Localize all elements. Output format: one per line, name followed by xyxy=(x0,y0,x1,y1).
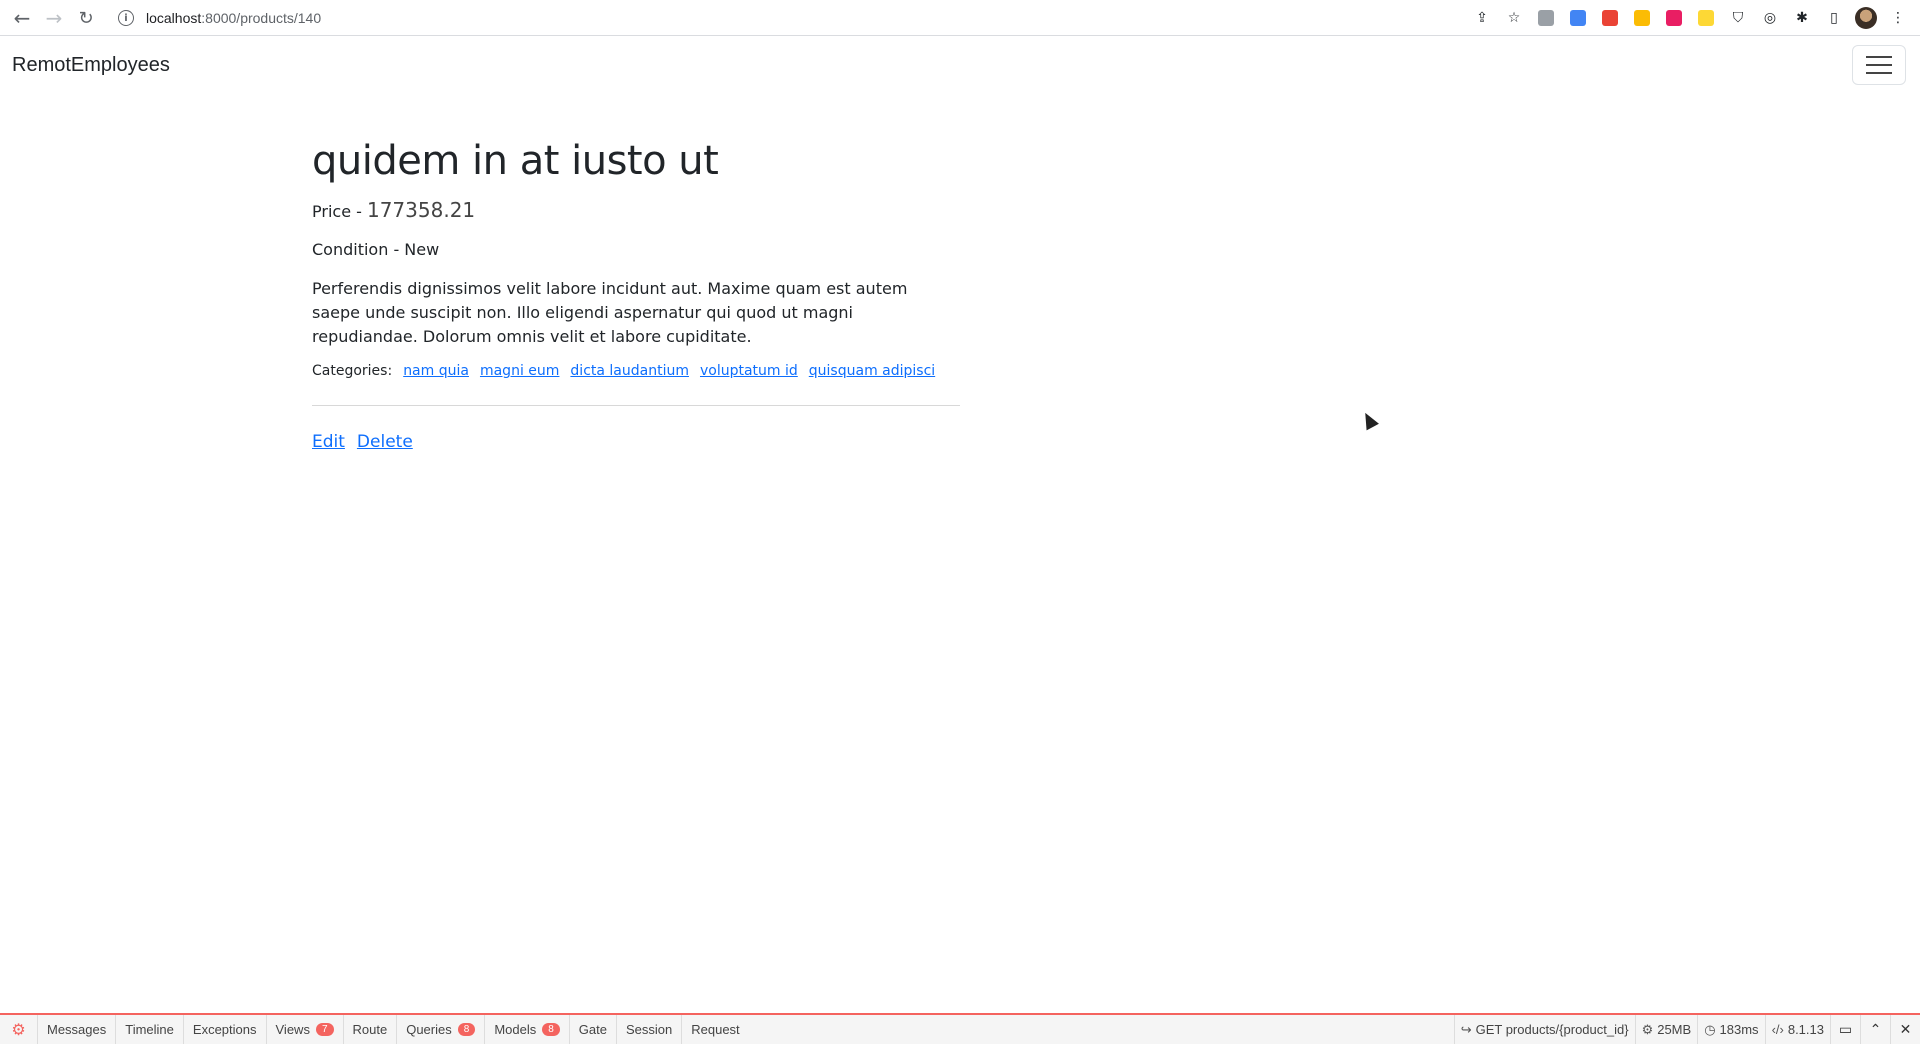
share-icon[interactable]: ⇪ xyxy=(1468,4,1496,32)
reload-button[interactable]: ↻ xyxy=(70,2,102,34)
category-link[interactable]: magni eum xyxy=(480,363,559,379)
debugbar-status: ↪ GET products/{product_id} ⚙ 25MB ◷ 183ms … xyxy=(1453,1015,1920,1044)
debugbar-tab-messages[interactable]: Messages xyxy=(38,1015,117,1044)
tab-label: Request xyxy=(691,1022,740,1037)
debugbar-tab-session[interactable]: Session xyxy=(617,1015,683,1044)
delete-link[interactable]: Delete xyxy=(357,432,413,452)
tab-label: Route xyxy=(352,1022,388,1037)
category-link[interactable]: dicta laudantium xyxy=(570,363,689,379)
hamburger-line xyxy=(1866,64,1892,66)
site-info-icon[interactable]: i xyxy=(118,10,134,26)
close-icon[interactable]: ✕ xyxy=(1890,1015,1920,1044)
brand-link[interactable]: RemotEmployees xyxy=(12,54,170,77)
debugbar: ⚙ Messages Timeline Exceptions Views 7 Ro… xyxy=(0,1013,1920,1044)
tab-label: Views xyxy=(275,1022,310,1037)
debugbar-tab-request[interactable]: Request xyxy=(682,1015,748,1044)
debugbar-tab-exceptions[interactable]: Exceptions xyxy=(184,1015,267,1044)
product-categories: Categories: nam quia magni eum dicta lau… xyxy=(312,363,960,379)
shield-extension-icon[interactable]: ⛉ xyxy=(1724,4,1752,32)
tab-label: Messages xyxy=(47,1022,107,1037)
folder-open-icon[interactable]: ▭ xyxy=(1830,1015,1860,1044)
hamburger-line xyxy=(1866,72,1892,74)
product-condition: Condition - New xyxy=(312,240,440,259)
route-indicator[interactable]: ↪ GET products/{product_id} xyxy=(1453,1015,1635,1044)
browser-menu-icon[interactable]: ⋮ xyxy=(1884,4,1912,32)
count-badge: 8 xyxy=(542,1023,560,1036)
tab-label: Models xyxy=(494,1022,537,1037)
tab-label: Session xyxy=(625,1022,673,1037)
memory-text: 25MB xyxy=(1657,1022,1692,1037)
category-link[interactable]: nam quia xyxy=(403,363,469,379)
clock-icon: ◷ xyxy=(1704,1021,1716,1037)
hamburger-line xyxy=(1866,56,1892,58)
translate-extension-icon[interactable] xyxy=(1564,4,1592,32)
product-title: quidem in at iusto ut xyxy=(312,138,719,184)
product-description: Perferendis dignissimos velit labore inc… xyxy=(312,279,908,346)
bookmark-star-icon[interactable]: ☆ xyxy=(1500,4,1528,32)
categories-label: Categories: xyxy=(312,363,393,379)
notes-extension-icon[interactable] xyxy=(1628,4,1656,32)
tab-label: Exceptions xyxy=(192,1022,257,1037)
camera-extension-icon[interactable] xyxy=(1532,4,1560,32)
price-label: Price - xyxy=(312,202,367,221)
mouse-cursor-icon xyxy=(1359,409,1379,431)
debugbar-tab-models[interactable]: Models 8 xyxy=(485,1015,570,1044)
debugbar-tab-queries[interactable]: Queries 8 xyxy=(397,1015,486,1044)
puzzle-extensions-icon[interactable]: ✱ xyxy=(1788,4,1816,32)
debugbar-tab-views[interactable]: Views 7 xyxy=(267,1015,344,1044)
highlight-extension-icon[interactable] xyxy=(1692,4,1720,32)
debugbar-tab-route[interactable]: Route xyxy=(344,1015,398,1044)
navbar-toggler-button[interactable] xyxy=(1852,45,1906,85)
category-link[interactable]: voluptatum id xyxy=(700,363,798,379)
product-price: Price - 177358.21 xyxy=(312,198,960,222)
back-button[interactable]: ← xyxy=(6,2,38,34)
product-actions: Edit Delete xyxy=(312,432,960,452)
code-icon: ‹/› xyxy=(1771,1022,1784,1037)
tab-label: Queries xyxy=(406,1022,452,1037)
pdf-extension-icon[interactable] xyxy=(1596,4,1624,32)
category-link[interactable]: quisquam adipisci xyxy=(809,363,935,379)
php-version-indicator[interactable]: ‹/› 8.1.13 xyxy=(1764,1015,1830,1044)
count-badge: 8 xyxy=(457,1023,476,1036)
address-bar[interactable]: i localhost:8000/products/140 xyxy=(110,4,1510,32)
count-badge: 7 xyxy=(315,1023,334,1036)
php-version-text: 8.1.13 xyxy=(1787,1022,1824,1037)
url-text: localhost:8000/products/140 xyxy=(146,10,322,26)
chevron-up-icon[interactable]: ⌃ xyxy=(1860,1015,1890,1044)
debugbar-tab-timeline[interactable]: Timeline xyxy=(116,1015,184,1044)
route-text: GET products/{product_id} xyxy=(1475,1022,1629,1037)
app-navbar: RemotEmployees xyxy=(0,37,1920,93)
font-extension-icon[interactable] xyxy=(1660,4,1688,32)
cogs-icon: ⚙ xyxy=(1641,1021,1654,1037)
extensions-area: ⇪ ☆ ⛉ ◎ ✱ ▯ ⋮ xyxy=(1468,0,1920,36)
forward-button[interactable]: → xyxy=(38,2,70,34)
time-indicator[interactable]: ◷ 183ms xyxy=(1697,1015,1764,1044)
memory-indicator[interactable]: ⚙ 25MB xyxy=(1634,1015,1698,1044)
laravel-logo-icon[interactable]: ⚙ xyxy=(0,1015,38,1044)
privacy-extension-icon[interactable]: ◎ xyxy=(1756,4,1784,32)
product-detail: quidem in at iusto ut Price - 177358.21 … xyxy=(312,138,960,452)
side-panel-icon[interactable]: ▯ xyxy=(1820,4,1848,32)
time-text: 183ms xyxy=(1719,1022,1759,1037)
browser-toolbar: ← → ↻ i localhost:8000/products/140 ⇪ ☆ … xyxy=(0,0,1920,36)
tab-label: Timeline xyxy=(125,1022,174,1037)
profile-avatar[interactable] xyxy=(1852,4,1880,32)
divider xyxy=(312,405,960,406)
price-value: 177358.21 xyxy=(366,198,476,222)
share-arrow-icon: ↪ xyxy=(1460,1021,1472,1037)
edit-link[interactable]: Edit xyxy=(312,432,345,452)
debugbar-tab-gate[interactable]: Gate xyxy=(570,1015,617,1044)
tab-label: Gate xyxy=(578,1022,607,1037)
